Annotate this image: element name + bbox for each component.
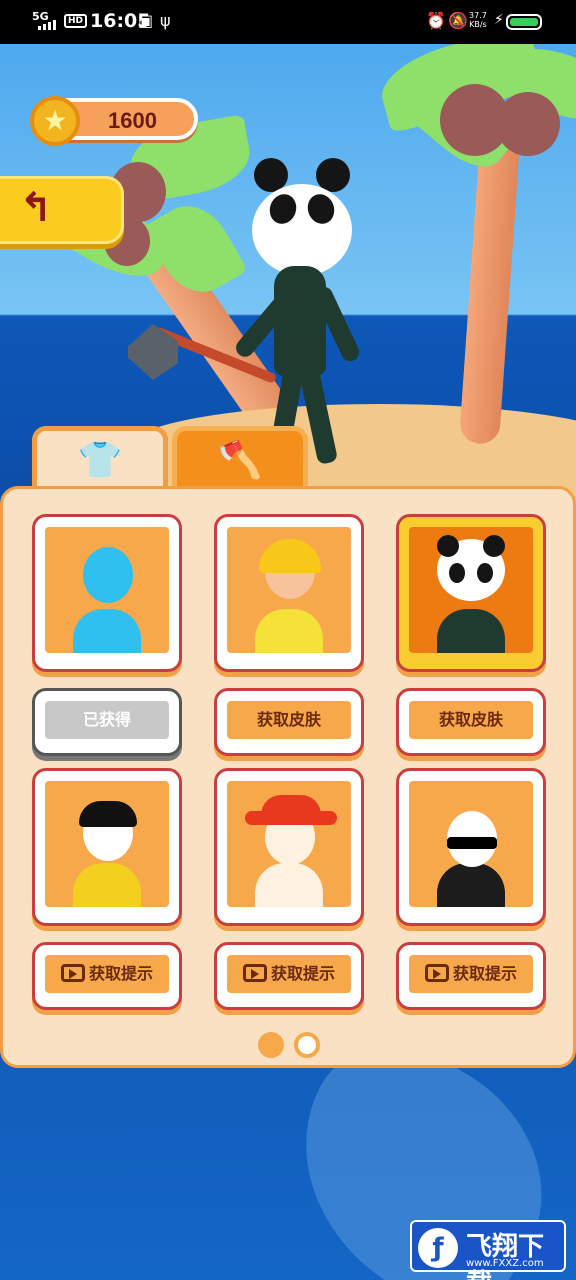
tab-axes[interactable]: 🪓 [172,426,308,492]
panda-body [274,266,326,376]
signal-icon [38,20,56,30]
figure-body [255,863,323,907]
skin-card-black-hair[interactable] [32,768,182,926]
get-skin-button[interactable]: 获取皮肤 [214,688,364,756]
pirate-hat [261,795,321,821]
shirt-icon: 👕 [77,440,123,481]
black-hair [79,801,137,827]
status-bar: 5G HD 16:05 ▣ ψ ⏰ 🔕 37.7 KB/s ⚡ [0,0,576,44]
skin-card-pirate[interactable] [214,768,364,926]
owned-label: 已获得 [45,701,169,739]
mute-icon: 🔕 [448,11,468,30]
owned-button[interactable]: 已获得 [32,688,182,756]
get-hint-button[interactable]: 获取提示 [32,942,182,1010]
get-skin-button[interactable]: 获取皮肤 [396,688,546,756]
pagination [258,1032,320,1058]
back-arrow-icon: ↰ [19,185,53,231]
charging-icon: ⚡ [494,12,504,28]
get-hint-label: 获取提示 [452,964,517,983]
figure-body [255,609,323,653]
skin-preview [409,527,533,653]
hd-badge: HD [64,14,88,28]
figure-body [437,863,505,907]
panda-eye [477,563,493,583]
skin-preview [45,527,169,653]
get-hint-content: 获取提示 [45,955,169,993]
video-icon [242,963,267,982]
network-speed: 37.7 KB/s [469,11,487,29]
skin-card-agent[interactable] [396,768,546,926]
star-coin-icon: ★ [30,96,80,146]
back-button[interactable]: ↰ [0,176,124,244]
panda-head [252,184,352,276]
panda-ear [483,535,505,557]
watermark-icon: ƒ [418,1228,458,1268]
get-hint-button[interactable]: 获取提示 [396,942,546,1010]
get-hint-content: 获取提示 [409,955,533,993]
palm-trunk-right [458,122,522,446]
skin-preview [45,781,169,907]
skin-preview [227,527,351,653]
coconut [496,92,560,156]
get-skin-label: 获取皮肤 [227,701,351,739]
figure-body [73,863,141,907]
page-dot-active[interactable] [258,1032,284,1058]
page-dot[interactable] [294,1032,320,1058]
video-icon [60,963,85,982]
figure-body [437,609,505,653]
watermark-title: 飞翔下载 [466,1232,545,1280]
sunglasses [447,837,497,849]
figure-body [73,609,141,653]
skin-card-worker[interactable] [214,514,364,672]
panda-ear [437,535,459,557]
get-hint-content: 获取提示 [227,955,351,993]
watermark-logo: ƒ 飞翔下载 www.FXXZ.com [410,1220,566,1280]
alarm-icon: ⏰ [426,11,446,30]
usb-icon: ψ [160,11,171,30]
axe-icon: 🪓 [217,440,263,481]
get-hint-label: 获取提示 [88,964,153,983]
coin-amount: 1600 [108,108,157,133]
skin-preview [227,781,351,907]
tab-skins[interactable]: 👕 [32,426,168,492]
get-skin-label: 获取皮肤 [409,701,533,739]
skin-card-cyan[interactable] [32,514,182,672]
figure-head [83,547,133,603]
battery-icon [506,14,542,30]
sim-icon: ▣ [138,11,154,30]
video-icon [424,963,449,982]
hard-hat [259,539,321,573]
get-hint-button[interactable]: 获取提示 [214,942,364,1010]
get-hint-label: 获取提示 [270,964,335,983]
watermark-url: www.FXXZ.com [466,1258,544,1269]
skin-card-panda[interactable] [396,514,546,672]
panda-eye [449,563,465,583]
skin-preview [409,781,533,907]
